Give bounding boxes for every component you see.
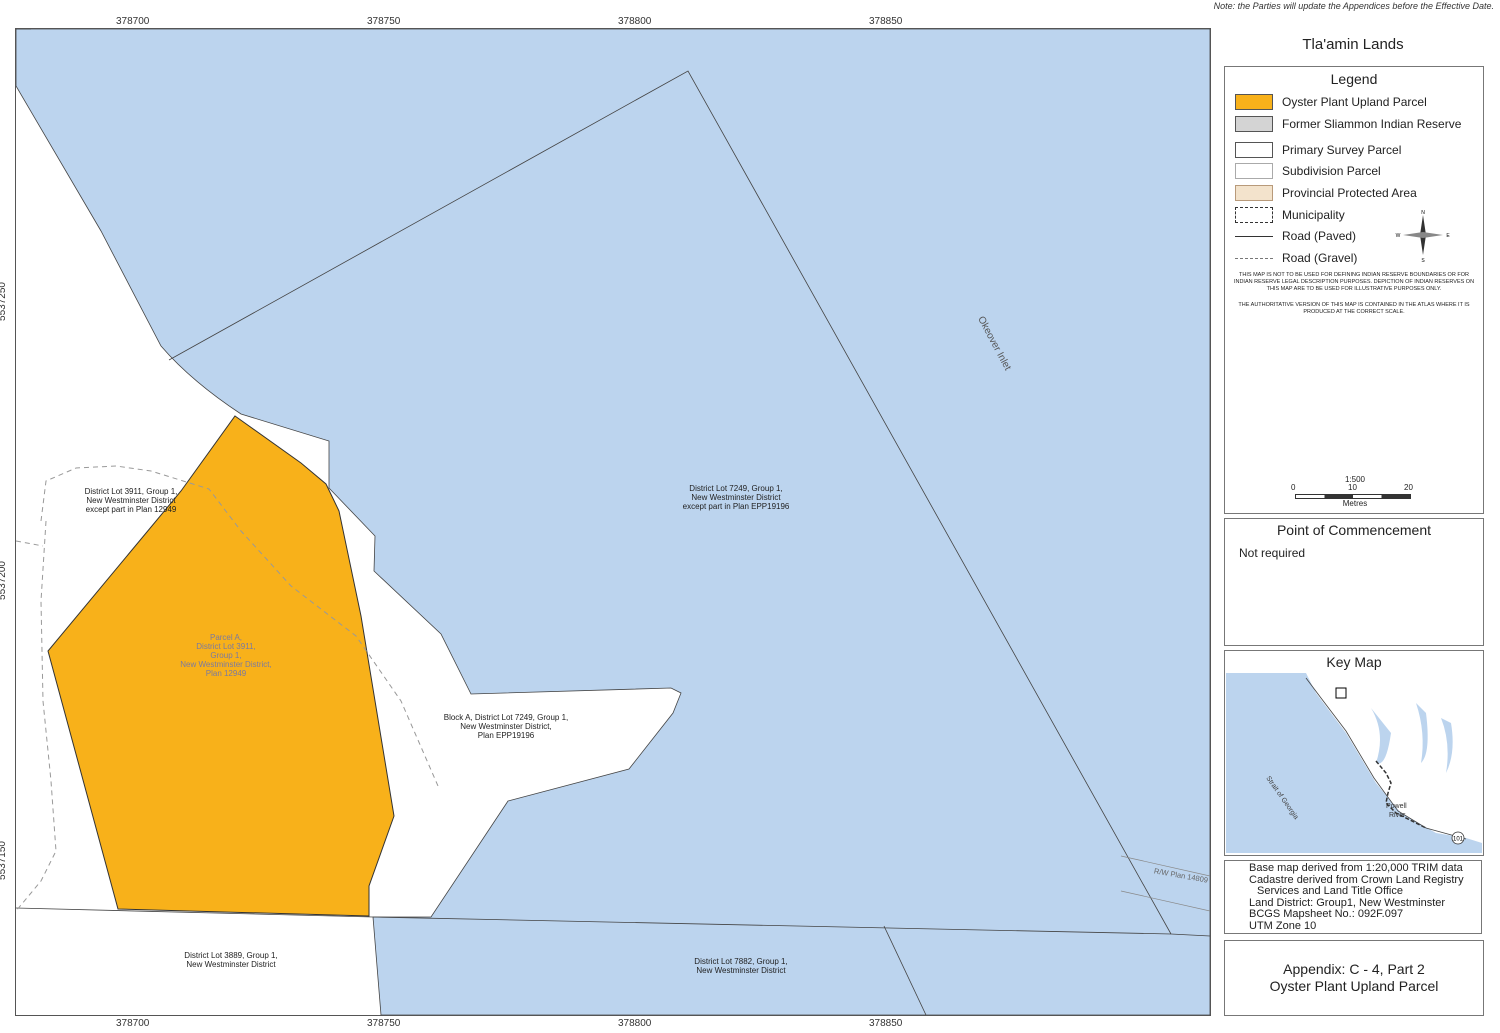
- point-of-commencement-panel: Point of Commencement Not required: [1224, 518, 1484, 646]
- source-line: Base map derived from 1:20,000 TRIM data: [1249, 862, 1463, 874]
- key-map-heading: Key Map: [1326, 654, 1382, 670]
- legend-swatch-gravel-road: [1235, 257, 1273, 259]
- map-canvas: [16, 29, 1210, 1015]
- source-notes-panel: Base map derived from 1:20,000 TRIM data…: [1224, 860, 1482, 934]
- legend-item: Provincial Protected Area: [1235, 184, 1417, 202]
- label-line: New Westminster District,: [460, 722, 552, 731]
- scale-tick-20: 20: [1404, 483, 1413, 492]
- compass-n: N: [1421, 210, 1425, 216]
- legend-label: Provincial Protected Area: [1282, 186, 1417, 200]
- poc-heading: Point of Commencement: [1276, 522, 1432, 538]
- y-tick-left: 5537200: [0, 561, 8, 600]
- legend-swatch-subdivision: [1235, 163, 1273, 179]
- y-tick-left: 5537250: [0, 282, 8, 321]
- legend-item: Municipality: [1235, 206, 1345, 224]
- appendix-line2: Oyster Plant Upland Parcel: [1269, 978, 1439, 994]
- legend-item: Subdivision Parcel: [1235, 162, 1381, 180]
- disclaimer-text: This map is not to be used for defining …: [1233, 272, 1475, 292]
- appendix-line1: Appendix: C - 4, Part 2: [1283, 961, 1425, 977]
- map-title: Tla'amin Lands: [1224, 30, 1482, 66]
- legend-swatch-municipality: [1235, 207, 1273, 223]
- legend-item: Former Sliammon Indian Reserve: [1235, 115, 1461, 133]
- legend-label: Road (Paved): [1282, 229, 1357, 243]
- label-line: New Westminster District: [696, 966, 786, 975]
- legend-swatch-reserve: [1235, 116, 1273, 132]
- legend-swatch-protected: [1235, 185, 1273, 201]
- source-line: Services and Land Title Office: [1257, 885, 1403, 897]
- label-line: Block A, District Lot 7249, Group 1,: [443, 713, 569, 722]
- label-line: Plan EPP19196: [477, 731, 535, 740]
- label-line: District Lot 7882, Group 1,: [694, 957, 788, 966]
- label-line: New Westminster District: [186, 960, 276, 969]
- legend-label: Municipality: [1282, 208, 1345, 222]
- legend-item: Primary Survey Parcel: [1235, 141, 1401, 159]
- legend-label: Subdivision Parcel: [1282, 164, 1381, 178]
- legend-swatch-paved-road: [1235, 235, 1273, 237]
- compass-s: S: [1421, 258, 1425, 263]
- key-map-canvas: Strait of Georgia Powell River 101: [1226, 673, 1482, 853]
- label-dl7882: District Lot 7882, Group 1, New Westmins…: [666, 957, 816, 975]
- legend-panel: Legend Oyster Plant Upland Parcel Former…: [1224, 66, 1484, 514]
- label-line: District Lot 3911, Group 1,: [84, 487, 178, 496]
- label-line: New Westminster District: [86, 496, 176, 505]
- key-map-panel[interactable]: Key Map Strait of Georgia Powell River 1…: [1224, 650, 1484, 856]
- y-tick-left: 5537150: [0, 841, 8, 880]
- x-tick-bottom: 378850: [869, 1018, 903, 1029]
- label-line: New Westminster District,: [180, 660, 272, 669]
- appendix-note: Note: the Parties will update the Append…: [1213, 1, 1494, 11]
- x-tick-top: 378800: [618, 16, 652, 27]
- legend-item: Road (Paved): [1235, 227, 1356, 245]
- compass-w: W: [1396, 233, 1401, 239]
- label-line: except part in Plan 12949: [85, 505, 177, 514]
- legend-heading: Legend: [1330, 71, 1378, 87]
- source-line: UTM Zone 10: [1249, 919, 1317, 932]
- scale-unit: Metres: [1342, 499, 1368, 508]
- source-line: BCGS Mapsheet No.: 092F.097: [1249, 908, 1404, 920]
- label-line: Parcel A,: [209, 633, 242, 642]
- highway-shield: 101: [1453, 837, 1464, 843]
- label-block-a: Block A, District Lot 7249, Group 1, New…: [416, 713, 596, 740]
- legend-swatch-primary: [1235, 142, 1273, 158]
- legend-label: Primary Survey Parcel: [1282, 143, 1402, 157]
- compass-e: E: [1446, 233, 1450, 239]
- x-tick-bottom: 378750: [367, 1018, 401, 1029]
- label-line: Plan 12949: [205, 669, 247, 678]
- legend-swatch-oyster: [1235, 94, 1273, 110]
- poc-text: Not required: [1239, 546, 1306, 560]
- label-dl3911: District Lot 3911, Group 1, New Westmins…: [51, 487, 211, 514]
- label-line: District Lot 7249, Group 1,: [689, 484, 783, 493]
- x-tick-top: 378700: [116, 16, 150, 27]
- main-map[interactable]: District Lot 3911, Group 1, New Westmins…: [15, 28, 1211, 1016]
- scale-tick-0: 0: [1291, 483, 1296, 492]
- appendix-title-panel: Appendix: C - 4, Part 2 Oyster Plant Upl…: [1224, 940, 1484, 1016]
- scale-tick-10: 10: [1348, 483, 1357, 492]
- north-arrow-icon: N S E W: [1396, 210, 1451, 263]
- key-map-town2: River: [1389, 812, 1406, 819]
- x-tick-top: 378750: [367, 16, 401, 27]
- label-line: District Lot 3889, Group 1,: [184, 951, 278, 960]
- label-dl3889: District Lot 3889, Group 1, New Westmins…: [156, 951, 306, 969]
- legend-label: Former Sliammon Indian Reserve: [1282, 117, 1462, 131]
- label-line: except part in Plan EPP19196: [682, 502, 790, 511]
- authoritative-version-text: THE AUTHORITATIVE VERSION OF THIS MAP IS…: [1238, 302, 1470, 315]
- label-parcel-a: Parcel A, District Lot 3911, Group 1, Ne…: [161, 633, 291, 678]
- key-map-town1: Powell: [1386, 803, 1407, 810]
- x-tick-bottom: 378700: [116, 1018, 150, 1029]
- legend-item: Oyster Plant Upland Parcel: [1235, 93, 1427, 111]
- label-line: District Lot 3911,: [196, 642, 256, 651]
- label-line: New Westminster District: [691, 493, 781, 502]
- legend-item: Road (Gravel): [1235, 249, 1357, 267]
- x-tick-top: 378850: [869, 16, 903, 27]
- x-tick-bottom: 378800: [618, 1018, 652, 1029]
- label-line: Group 1,: [210, 651, 242, 660]
- legend-label: Oyster Plant Upland Parcel: [1282, 95, 1427, 109]
- legend-label: Road (Gravel): [1282, 251, 1358, 265]
- label-dl7249: District Lot 7249, Group 1, New Westmins…: [646, 484, 826, 511]
